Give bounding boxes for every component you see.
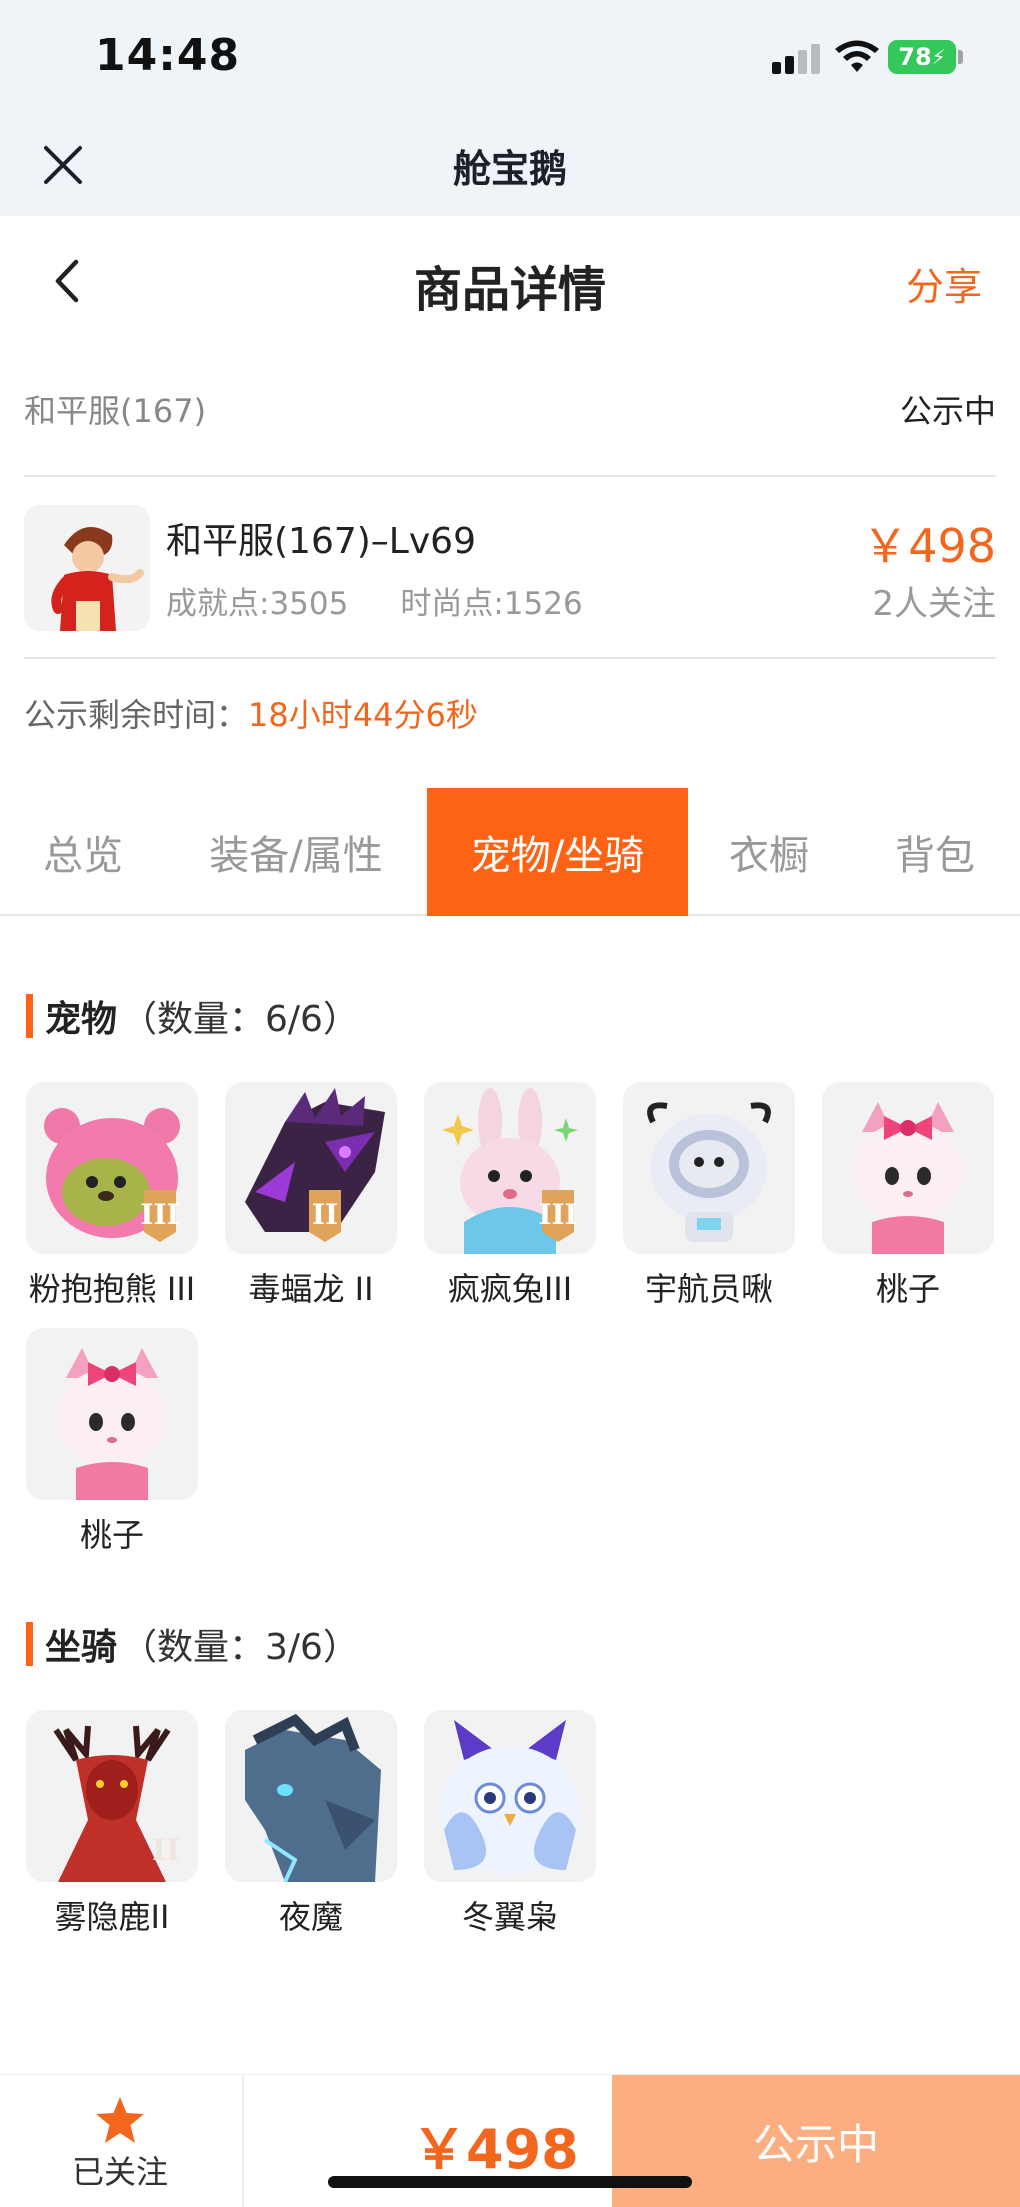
mounts-section-header: 坐骑 （数量：3/6）: [26, 1618, 359, 1670]
battery-level: 78: [898, 43, 932, 71]
cellular-signal-icon: [772, 44, 822, 74]
mount-item[interactable]: 夜魔: [225, 1710, 397, 1938]
detail-tabs: 总览 装备/属性 宠物/坐骑 衣橱 背包: [0, 788, 1020, 916]
product-price: ￥498: [862, 519, 996, 573]
mount-name: 夜魔: [278, 1898, 343, 1936]
pet-name: 宇航员啾: [644, 1270, 773, 1308]
app-title: 舱宝鹅: [452, 147, 567, 191]
svg-text:II: II: [152, 1833, 180, 1868]
follower-count: 2人关注: [872, 584, 996, 624]
mount-name: 雾隐鹿II: [54, 1898, 170, 1936]
page-header: 商品详情 分享: [0, 216, 1020, 346]
remaining-time-value: 18小时44分6秒: [248, 696, 478, 734]
mount-item[interactable]: 冬翼枭: [424, 1710, 596, 1938]
follow-button[interactable]: 已关注: [60, 2095, 180, 2193]
mounts-count: （数量：3/6）: [121, 1627, 359, 1668]
svg-text:III: III: [140, 1198, 179, 1231]
product-summary[interactable]: 和平服(167)–Lv69 成就点:3505 时尚点:1526 ￥498 2人关注: [24, 500, 996, 631]
product-points: 成就点:3505 时尚点:1526: [166, 578, 635, 623]
mounts-section-title: 坐骑: [45, 1627, 118, 1668]
pets-count: （数量：6/6）: [121, 999, 359, 1040]
remaining-time: 公示剩余时间：18小时44分6秒: [24, 690, 478, 736]
server-row: 和平服(167) 公示中: [24, 386, 996, 446]
pet-name: 疯疯兔III: [447, 1270, 573, 1308]
product-title: 和平服(167)–Lv69: [166, 521, 476, 562]
divider: [242, 2075, 244, 2207]
star-icon: [96, 2097, 144, 2143]
wifi-icon: [835, 40, 879, 72]
mount-name: 冬翼枭: [461, 1898, 558, 1936]
tab-equipment[interactable]: 装备/属性: [166, 788, 426, 916]
svg-text:II: II: [312, 1198, 338, 1231]
pet-name: 毒蝠龙 II: [248, 1270, 374, 1308]
bottom-price: ￥498: [412, 2118, 579, 2181]
astronaut-pet-icon: [623, 1082, 795, 1254]
pet-item[interactable]: 桃子: [822, 1082, 994, 1310]
section-accent-bar: [26, 994, 33, 1038]
tab-overview[interactable]: 总览: [0, 788, 166, 916]
pet-item[interactable]: 宇航员啾: [623, 1082, 795, 1310]
tab-backpack[interactable]: 背包: [850, 788, 1020, 916]
pet-item[interactable]: III 疯疯兔III: [424, 1082, 596, 1310]
achievement-points: 成就点:3505: [166, 586, 349, 622]
status-time: 14:48: [95, 30, 241, 81]
charging-bolt-icon: ⚡: [931, 45, 946, 69]
server-status: 公示中: [899, 392, 996, 430]
pet-name: 桃子: [875, 1270, 940, 1308]
pet-item[interactable]: III 粉抱抱熊 III: [26, 1082, 198, 1310]
mount-item[interactable]: II 雾隐鹿II: [26, 1710, 198, 1938]
app-bar: 舱宝鹅: [0, 120, 1020, 216]
svg-text:III: III: [538, 1198, 577, 1231]
peach-cat-pet-icon: [26, 1328, 198, 1500]
divider: [24, 657, 996, 659]
share-button[interactable]: 分享: [906, 256, 982, 311]
page-title: 商品详情: [413, 262, 606, 318]
pets-section-header: 宠物 （数量：6/6）: [26, 990, 359, 1042]
crazy-rabbit-pet-icon: III: [424, 1082, 596, 1254]
follow-label: 已关注: [71, 2153, 168, 2191]
tab-wardrobe[interactable]: 衣橱: [688, 788, 850, 916]
pet-item[interactable]: II 毒蝠龙 II: [225, 1082, 397, 1310]
winter-owl-mount-icon: [424, 1710, 596, 1882]
pink-bear-pet-icon: III: [26, 1082, 198, 1254]
pets-section-title: 宠物: [45, 999, 118, 1040]
battery-tip: [958, 50, 963, 64]
night-demon-mount-icon: [225, 1710, 397, 1882]
divider: [24, 475, 996, 477]
character-portrait-icon: [24, 505, 150, 631]
pet-name: 粉抱抱熊 III: [28, 1270, 196, 1308]
battery-indicator: 78 ⚡: [888, 40, 956, 74]
fashion-points: 时尚点:1526: [400, 586, 583, 622]
poison-dragon-pet-icon: II: [225, 1082, 397, 1254]
home-indicator: [328, 2176, 692, 2188]
section-accent-bar: [26, 1622, 33, 1666]
pet-name: 桃子: [79, 1516, 144, 1554]
remaining-time-label: 公示剩余时间：: [24, 696, 249, 734]
status-bar: 14:48 78 ⚡: [0, 0, 1020, 120]
peach-cat-pet-icon: [822, 1082, 994, 1254]
pet-item[interactable]: 桃子: [26, 1328, 198, 1556]
mist-deer-mount-icon: II: [26, 1710, 198, 1882]
server-name: 和平服(167): [24, 392, 207, 430]
tab-pets-mounts[interactable]: 宠物/坐骑: [427, 788, 688, 916]
character-avatar: [24, 505, 150, 631]
